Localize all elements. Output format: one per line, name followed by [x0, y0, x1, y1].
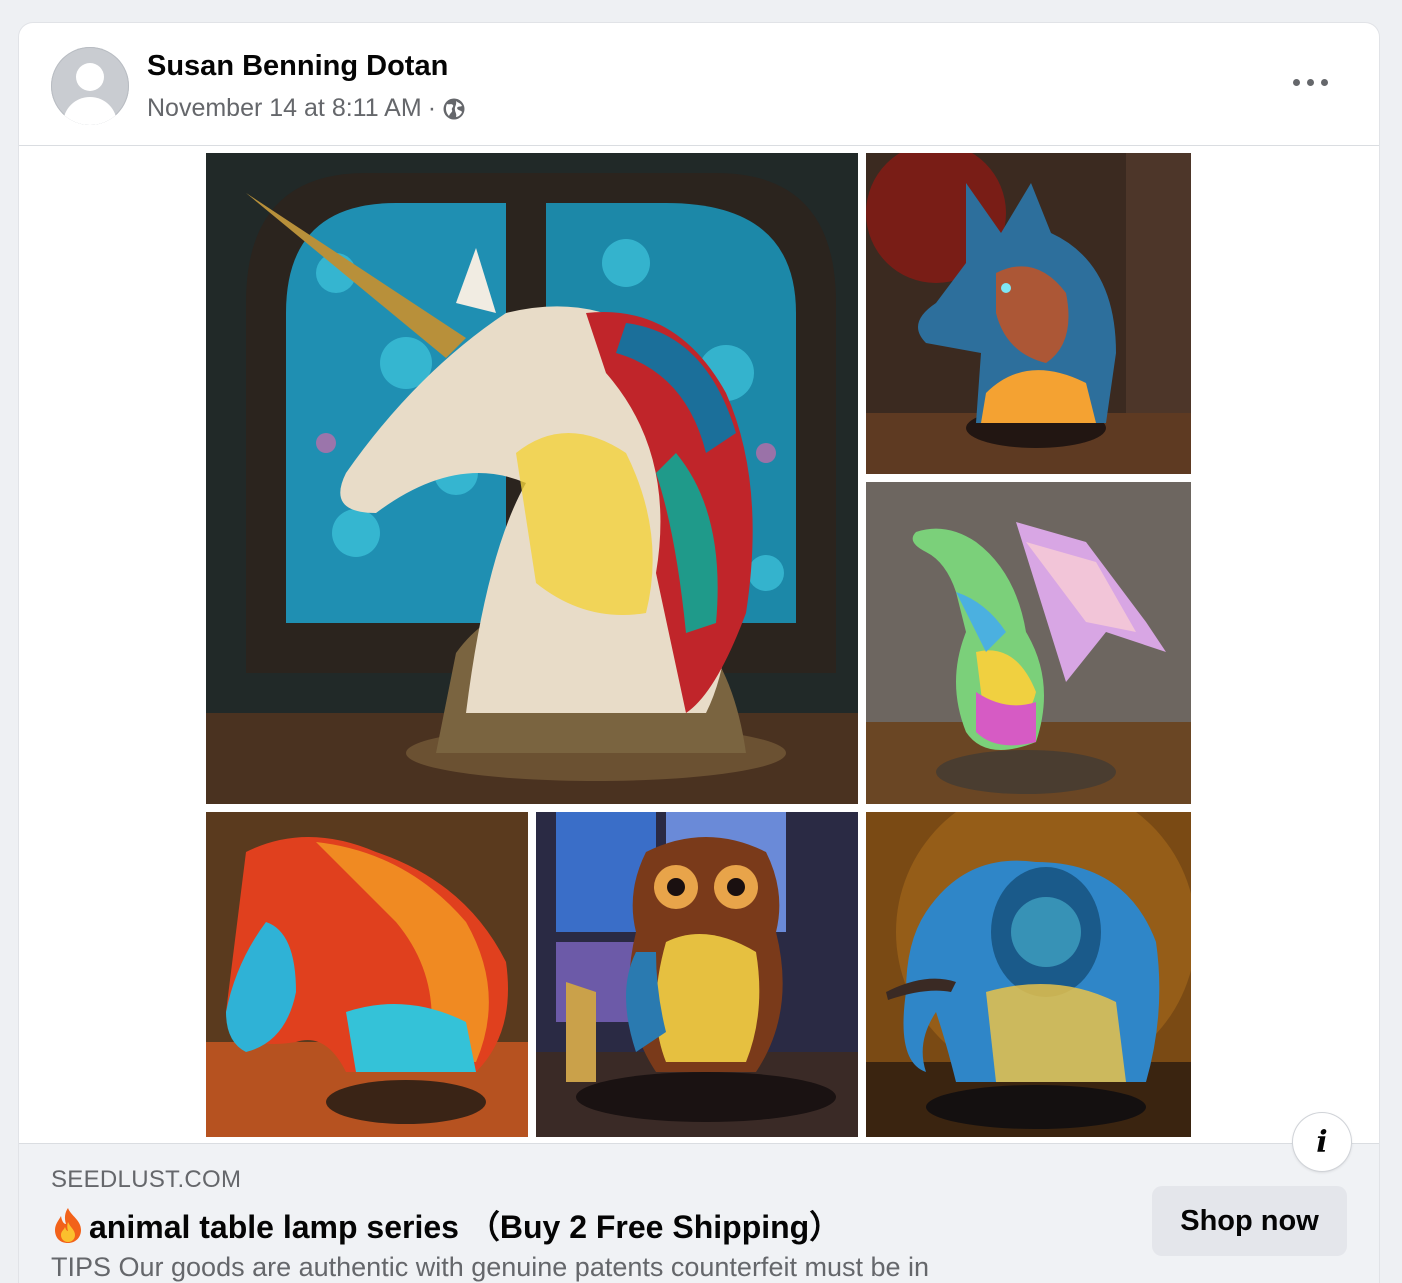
owl-lamp-image[interactable]	[536, 812, 858, 1137]
avatar-head-shape	[76, 63, 104, 91]
ad-domain[interactable]: SEEDLUST.COM	[51, 1166, 241, 1194]
dragon-lamp-image[interactable]	[866, 482, 1191, 804]
unicorn-lamp-image[interactable]	[206, 153, 858, 804]
more-options-button[interactable]	[1291, 69, 1331, 95]
ad-footer[interactable]: SEEDLUST.COM animal table lamp series （B…	[19, 1143, 1379, 1283]
author-name[interactable]: Susan Benning Dotan	[147, 50, 448, 83]
meta-separator: ·	[427, 94, 437, 122]
avatar-body-shape	[63, 97, 117, 125]
horse-lamp-image[interactable]	[206, 812, 528, 1137]
more-dot	[1307, 79, 1314, 86]
more-dot	[1321, 79, 1328, 86]
product-image-collage[interactable]	[19, 146, 1379, 1143]
ad-description: TIPS Our goods are authentic with genuin…	[51, 1252, 930, 1282]
avatar[interactable]	[51, 47, 129, 125]
ad-headline-text: animal table lamp series （Buy 2 Free Shi…	[89, 1209, 842, 1245]
globe-icon[interactable]	[442, 97, 466, 121]
shop-now-button[interactable]: Shop now	[1152, 1186, 1347, 1256]
elephant-lamp-image[interactable]	[866, 812, 1191, 1137]
post-header: Susan Benning Dotan November 14 at 8:11 …	[19, 23, 1379, 146]
wolf-lamp-image[interactable]	[866, 153, 1191, 474]
post-timestamp[interactable]: November 14 at 8:11 AM	[147, 94, 422, 123]
more-horizontal-icon	[1293, 79, 1300, 86]
post-meta: November 14 at 8:11 AM ·	[147, 94, 466, 123]
info-icon: i	[1316, 1124, 1328, 1160]
ad-info-button[interactable]: i	[1293, 1113, 1351, 1171]
ad-post-card: Susan Benning Dotan November 14 at 8:11 …	[19, 23, 1379, 1283]
ad-headline[interactable]: animal table lamp series （Buy 2 Free Shi…	[51, 1202, 841, 1248]
fire-emoji-icon	[55, 1208, 81, 1243]
